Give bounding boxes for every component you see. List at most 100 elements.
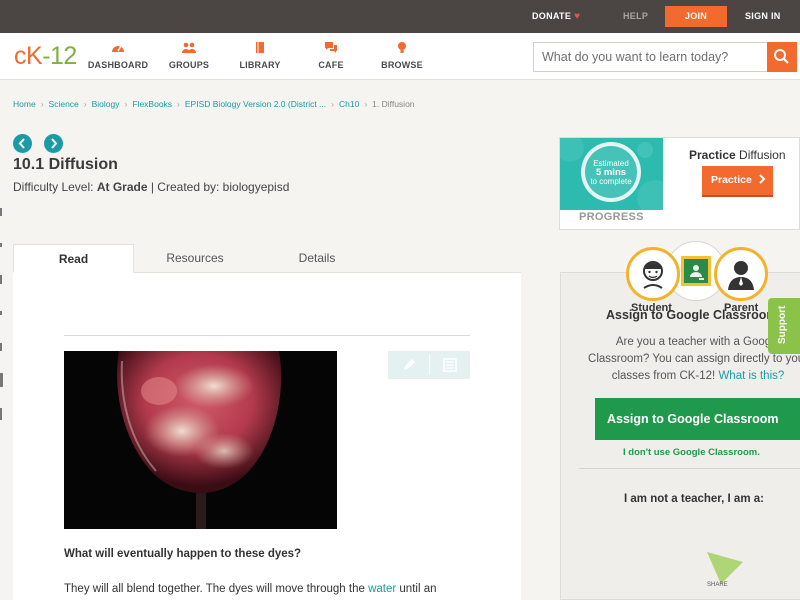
breadcrumb-flexbooks[interactable]: FlexBooks <box>132 99 172 109</box>
practice-thumbnail: Estimated 5 mins to complete <box>560 138 663 210</box>
breadcrumb-home[interactable]: Home <box>13 99 36 109</box>
toolbar-divider <box>429 355 430 375</box>
student-label: Student <box>631 302 672 314</box>
breadcrumb-biology[interactable]: Biology <box>92 99 120 109</box>
heart-icon: ♥ <box>574 11 581 22</box>
tab-resources[interactable]: Resources <box>134 244 256 273</box>
dye-diffusion-image <box>64 351 337 529</box>
nav-cafe-label: CAFE <box>318 60 344 70</box>
sign-in-link[interactable]: SIGN IN <box>745 0 781 33</box>
nav-library-label: LIBRARY <box>239 60 281 70</box>
google-classroom-card: Assign to Google Classroom Are you a tea… <box>560 272 800 600</box>
logo-part-1: cK <box>14 42 43 70</box>
nav-browse-label: BROWSE <box>381 60 423 70</box>
nav-dashboard[interactable]: DASHBOARD <box>83 41 153 70</box>
student-icon <box>643 261 663 289</box>
chevron-right-icon: › <box>40 99 44 109</box>
estimated-mins: 5 mins <box>595 167 627 178</box>
support-label: Support <box>777 305 788 344</box>
nav-groups[interactable]: GROUPS <box>154 41 224 70</box>
help-link[interactable]: HELP <box>623 0 648 33</box>
parent-icon <box>728 261 754 290</box>
previous-button[interactable] <box>13 134 32 153</box>
pencil-icon[interactable] <box>401 357 417 373</box>
search-button[interactable] <box>767 42 797 72</box>
logo-part-2: -12 <box>42 42 77 70</box>
breadcrumb-chapter[interactable]: Ch10 <box>339 99 359 109</box>
left-edge-mark <box>0 208 2 216</box>
assign-to-google-classroom-button[interactable]: Assign to Google Classroom <box>595 398 800 440</box>
chevron-right-icon <box>51 138 58 149</box>
difficulty-value: At Grade <box>96 180 148 194</box>
main-nav: cK-12 DASHBOARD GROUPS LIBRARY CAFE BROW… <box>0 33 800 80</box>
article-content: What will eventually happen to these dye… <box>13 273 521 600</box>
next-button[interactable] <box>44 134 63 153</box>
nav-browse[interactable]: BROWSE <box>367 41 437 70</box>
page-meta: Difficulty Level: At Grade | Created by:… <box>13 180 289 194</box>
breadcrumb-book[interactable]: EPISD Biology Version 2.0 (District ... <box>185 99 326 109</box>
chevron-right-icon: › <box>83 99 87 109</box>
search-input[interactable] <box>534 43 768 71</box>
divider <box>579 468 800 469</box>
paragraph-text-end: until an <box>396 583 437 595</box>
nav-dashboard-label: DASHBOARD <box>87 60 149 70</box>
not-teacher-label: I am not a teacher, I am a: <box>624 493 764 505</box>
dashboard-icon <box>112 45 124 52</box>
share-icon[interactable]: SHARE <box>705 548 745 588</box>
practice-button-label: Practice <box>711 174 752 186</box>
left-edge-mark <box>0 373 3 387</box>
dont-use-google-classroom-link[interactable]: I don't use Google Classroom. <box>623 447 760 458</box>
left-edge-mark <box>0 275 2 284</box>
left-edge-mark <box>0 343 2 351</box>
tab-read[interactable]: Read <box>13 244 134 273</box>
chevron-right-icon: › <box>331 99 334 109</box>
donate-link[interactable]: DONATE ♥ <box>532 0 580 33</box>
nav-groups-label: GROUPS <box>168 60 210 70</box>
annotation-toolbar <box>388 351 470 379</box>
share-label: SHARE <box>707 582 728 588</box>
nav-library[interactable]: LIBRARY <box>225 41 295 70</box>
search-icon <box>774 49 789 64</box>
chevron-right-icon: › <box>364 99 368 109</box>
article-paragraph: They will all blend together. The dyes w… <box>64 583 436 595</box>
classroom-icon <box>681 256 711 286</box>
parent-label: Parent <box>724 302 759 314</box>
content-tabs: Read Resources Details <box>13 244 521 273</box>
article-question: What will eventually happen to these dye… <box>64 548 302 560</box>
donate-label: DONATE <box>532 11 572 21</box>
left-edge-mark <box>0 408 2 420</box>
assign-description: Are you a teacher with a Google Classroo… <box>561 334 800 385</box>
chevron-right-icon <box>759 174 766 184</box>
search-bar <box>533 42 797 72</box>
assign-desc-line-3-text: classes from CK-12! <box>611 370 719 382</box>
ck12-logo[interactable]: cK-12 <box>14 42 77 71</box>
breadcrumb: Home › Science › Biology › FlexBooks › EPISD Bio… <box>13 99 415 109</box>
practice-button[interactable]: Practice <box>702 166 773 197</box>
join-button[interactable]: JOIN <box>665 6 727 27</box>
practice-title-rest: Diffusion <box>735 148 786 162</box>
support-tab[interactable]: Support <box>768 298 800 354</box>
breadcrumb-current: 1. Diffusion <box>372 99 415 109</box>
page-title: 10.1 Diffusion <box>13 156 118 173</box>
library-icon <box>256 42 264 53</box>
assign-desc-line-3: classes from CK-12! What is this? <box>561 368 800 385</box>
tab-details[interactable]: Details <box>256 244 378 273</box>
chevron-right-icon: › <box>177 99 180 109</box>
groups-icon <box>182 42 196 53</box>
student-role-button[interactable] <box>626 247 680 301</box>
to-complete-label: to complete <box>590 177 632 186</box>
wine-glass-illustration <box>117 351 282 529</box>
browse-icon <box>398 42 406 53</box>
parent-role-button[interactable] <box>714 247 768 301</box>
practice-title-bold: Practice <box>689 148 736 162</box>
water-link[interactable]: water <box>368 583 396 595</box>
assign-desc-line-2: Classroom? You can assign directly to yo… <box>588 353 800 365</box>
left-edge-mark <box>0 311 2 315</box>
paragraph-text: They will all blend together. The dyes w… <box>64 583 369 595</box>
nav-cafe[interactable]: CAFE <box>296 41 366 70</box>
notes-icon[interactable] <box>442 357 458 373</box>
estimated-time-badge: Estimated 5 mins to complete <box>581 142 641 202</box>
what-is-this-link[interactable]: What is this? <box>718 370 784 382</box>
breadcrumb-science[interactable]: Science <box>49 99 79 109</box>
cafe-icon <box>325 42 337 53</box>
